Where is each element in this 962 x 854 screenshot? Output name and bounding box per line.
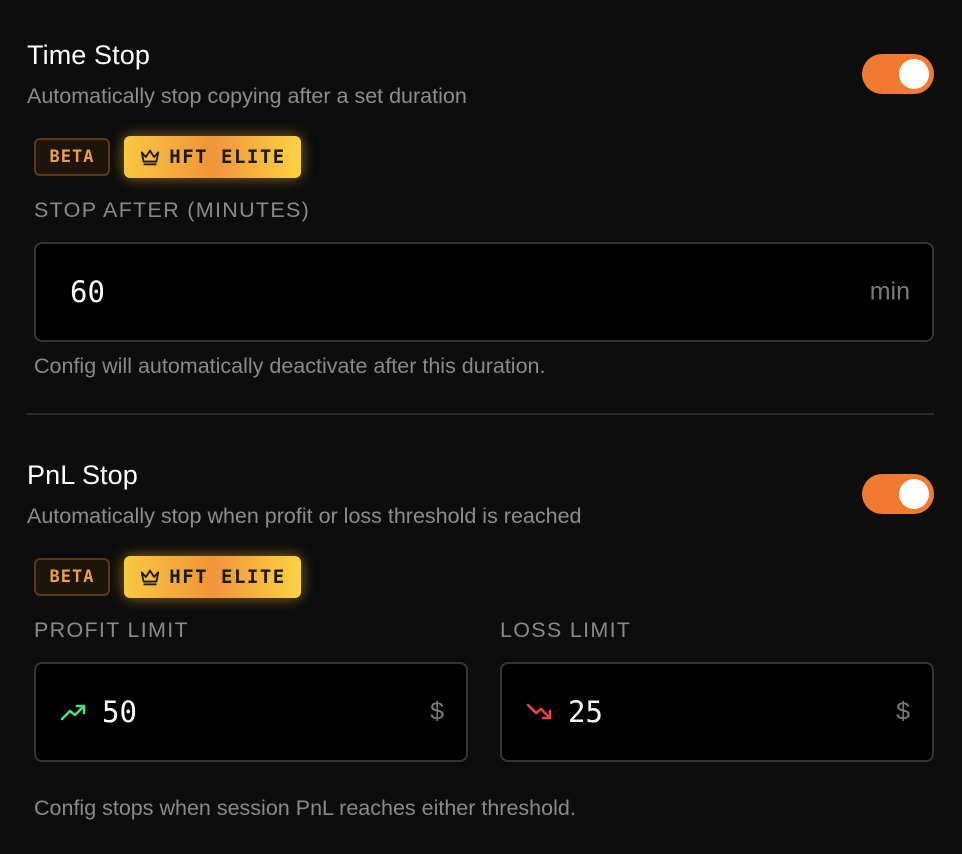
pnl-stop-title: PnL Stop: [27, 460, 138, 490]
toggle-knob: [899, 59, 929, 89]
stop-after-label: STOP AFTER (MINUTES): [34, 198, 311, 222]
loss-limit-input[interactable]: 25 $: [500, 662, 934, 762]
pnl-stop-toggle[interactable]: [862, 474, 934, 514]
beta-badge: BETA: [34, 558, 110, 596]
profit-limit-value: 50: [102, 695, 137, 729]
profit-limit-input[interactable]: 50 $: [34, 662, 468, 762]
trending-up-icon: [60, 704, 86, 721]
hft-elite-label: HFT ELITE: [169, 146, 286, 168]
pnl-stop-helper: Config stops when session PnL reaches ei…: [34, 796, 576, 820]
pnl-stop-section: PnL Stop Automatically stop when profit …: [0, 420, 962, 854]
time-stop-title: Time Stop: [27, 40, 150, 70]
section-divider: [27, 413, 934, 415]
stop-after-input[interactable]: 60 min: [34, 242, 934, 342]
trending-down-icon: [526, 703, 552, 720]
pnl-stop-subtitle: Automatically stop when profit or loss t…: [27, 504, 582, 528]
time-stop-toggle[interactable]: [862, 54, 934, 94]
crown-icon: [141, 149, 160, 166]
hft-elite-label: HFT ELITE: [169, 566, 286, 588]
toggle-knob: [899, 479, 929, 509]
loss-limit-value: 25: [568, 695, 603, 729]
time-stop-section: Time Stop Automatically stop copying aft…: [0, 0, 962, 400]
stop-after-value: 60: [70, 275, 105, 309]
minutes-unit: min: [869, 277, 910, 306]
dollar-unit: $: [430, 697, 444, 726]
profit-limit-label: PROFIT LIMIT: [34, 618, 189, 642]
loss-limit-label: LOSS LIMIT: [500, 618, 632, 642]
hft-elite-badge: HFT ELITE: [124, 556, 301, 598]
crown-icon: [141, 569, 160, 586]
time-stop-helper: Config will automatically deactivate aft…: [34, 354, 546, 378]
beta-badge: BETA: [34, 138, 110, 176]
time-stop-subtitle: Automatically stop copying after a set d…: [27, 84, 467, 108]
hft-elite-badge: HFT ELITE: [124, 136, 301, 178]
dollar-unit: $: [896, 697, 910, 726]
